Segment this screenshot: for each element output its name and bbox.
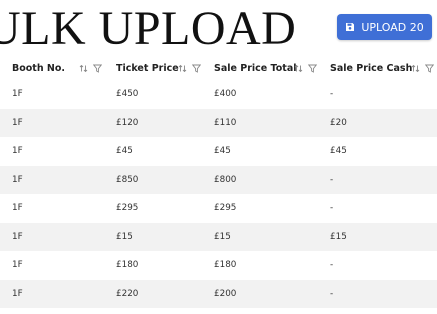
filter-icon[interactable] — [93, 64, 102, 73]
upload-button-label: UPLOAD 20 — [361, 20, 424, 34]
header-controls-sale-price-cash — [411, 56, 434, 80]
cell-ticket-price: £295 — [116, 203, 139, 214]
cell-booth-no: 1F — [12, 117, 23, 128]
header-controls-booth — [79, 56, 102, 80]
table-row[interactable]: 1F £850 £800 - — [0, 165, 437, 194]
column-header-sale-price-total[interactable]: Sale Price Total — [214, 56, 297, 80]
cell-sale-price-cash: - — [330, 203, 334, 214]
table-row[interactable]: 1F £295 £295 - — [0, 194, 437, 223]
sort-icon[interactable] — [79, 64, 88, 73]
cell-ticket-price: £120 — [116, 117, 139, 128]
column-header-sale-price-cash[interactable]: Sale Price Cash — [330, 56, 412, 80]
cell-sale-price-total: £15 — [214, 231, 231, 242]
cell-booth-no: 1F — [12, 174, 23, 185]
cell-booth-no: 1F — [12, 260, 23, 271]
table-row[interactable]: 1F £15 £15 £15 — [0, 222, 437, 251]
data-table: Booth No. Ticket Price Sale Price Total — [0, 56, 437, 308]
sort-icon[interactable] — [411, 64, 420, 73]
cell-sale-price-cash: - — [330, 260, 334, 271]
cell-sale-price-cash: - — [330, 174, 334, 185]
cell-ticket-price: £45 — [116, 146, 133, 157]
cell-ticket-price: £180 — [116, 260, 139, 271]
cell-ticket-price: £850 — [116, 174, 139, 185]
cell-sale-price-cash: - — [330, 288, 334, 299]
filter-icon[interactable] — [192, 64, 201, 73]
cell-ticket-price: £15 — [116, 231, 133, 242]
cell-booth-no: 1F — [12, 146, 23, 157]
cell-ticket-price: £450 — [116, 89, 139, 100]
sort-icon[interactable] — [178, 64, 187, 73]
table-row[interactable]: 1F £45 £45 £45 — [0, 137, 437, 166]
cell-booth-no: 1F — [12, 89, 23, 100]
cell-ticket-price: £220 — [116, 288, 139, 299]
upload-button[interactable]: UPLOAD 20 — [337, 14, 432, 40]
cell-booth-no: 1F — [12, 288, 23, 299]
save-icon — [346, 23, 355, 31]
table-row[interactable]: 1F £220 £200 - — [0, 279, 437, 308]
filter-icon[interactable] — [425, 64, 434, 73]
table-row[interactable]: 1F £450 £400 - — [0, 80, 437, 109]
cell-sale-price-total: £400 — [214, 89, 237, 100]
sort-icon[interactable] — [294, 64, 303, 73]
header-controls-sale-price-total — [294, 56, 317, 80]
cell-sale-price-cash: £45 — [330, 146, 347, 157]
cell-sale-price-cash: £15 — [330, 231, 347, 242]
filter-icon[interactable] — [308, 64, 317, 73]
cell-sale-price-total: £45 — [214, 146, 231, 157]
cell-sale-price-total: £800 — [214, 174, 237, 185]
table-row[interactable]: 1F £180 £180 - — [0, 251, 437, 280]
cell-booth-no: 1F — [12, 231, 23, 242]
cell-sale-price-cash: - — [330, 89, 334, 100]
cell-sale-price-total: £110 — [214, 117, 237, 128]
cell-booth-no: 1F — [12, 203, 23, 214]
column-header-booth[interactable]: Booth No. — [12, 56, 65, 80]
table-row[interactable]: 1F £120 £110 £20 — [0, 108, 437, 137]
header-controls-ticket-price — [178, 56, 201, 80]
cell-sale-price-total: £180 — [214, 260, 237, 271]
cell-sale-price-cash: £20 — [330, 117, 347, 128]
page-title: ULK UPLOAD — [0, 2, 297, 55]
table-header: Booth No. Ticket Price Sale Price Total — [0, 56, 437, 80]
cell-sale-price-total: £295 — [214, 203, 237, 214]
cell-sale-price-total: £200 — [214, 288, 237, 299]
column-header-ticket-price[interactable]: Ticket Price — [116, 56, 179, 80]
